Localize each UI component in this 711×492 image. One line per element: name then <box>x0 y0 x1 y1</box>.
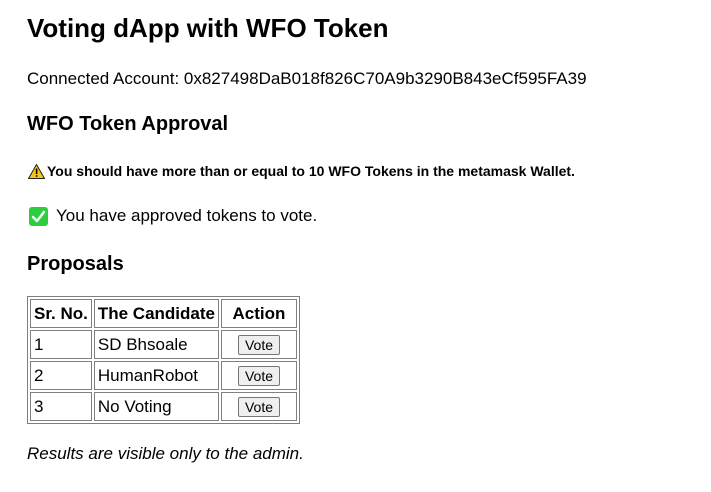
vote-button[interactable]: Vote <box>237 365 280 386</box>
proposals-table: Sr. No. The Candidate Action 1 SD Bhsoal… <box>27 296 300 424</box>
table-header-row: Sr. No. The Candidate Action <box>30 299 297 328</box>
vote-button[interactable]: Vote <box>237 334 280 355</box>
action-cell: Vote <box>220 361 297 390</box>
proposals-heading: Proposals <box>27 253 124 275</box>
approved-text: You have approved tokens to vote. <box>56 206 318 225</box>
column-header-candidate: The Candidate <box>93 299 219 328</box>
table-row: 2 HumanRobot Vote <box>30 361 297 390</box>
token-warning: You should have more than or equal to 10… <box>28 163 575 179</box>
warning-text: You should have more than or equal to 10… <box>47 163 575 179</box>
action-cell: Vote <box>220 330 297 359</box>
column-header-action: Action <box>220 299 297 328</box>
candidate-cell: SD Bhsoale <box>93 330 219 359</box>
column-header-sr-no: Sr. No. <box>30 299 92 328</box>
vote-button[interactable]: Vote <box>237 396 280 417</box>
table-row: 3 No Voting Vote <box>30 392 297 421</box>
sr-no-cell: 1 <box>30 330 92 359</box>
check-mark-icon <box>29 206 48 226</box>
action-cell: Vote <box>220 392 297 421</box>
approval-status: You have approved tokens to vote. <box>29 206 317 226</box>
warning-icon <box>28 163 45 179</box>
candidate-cell: No Voting <box>93 392 219 421</box>
connected-account: Connected Account: 0x827498DaB018f826C70… <box>27 69 587 88</box>
candidate-cell: HumanRobot <box>93 361 219 390</box>
sr-no-cell: 2 <box>30 361 92 390</box>
approval-heading: WFO Token Approval <box>27 113 229 135</box>
results-note: Results are visible only to the admin. <box>27 444 304 463</box>
page-title: Voting dApp with WFO Token <box>27 13 389 43</box>
sr-no-cell: 3 <box>30 392 92 421</box>
table-row: 1 SD Bhsoale Vote <box>30 330 297 359</box>
